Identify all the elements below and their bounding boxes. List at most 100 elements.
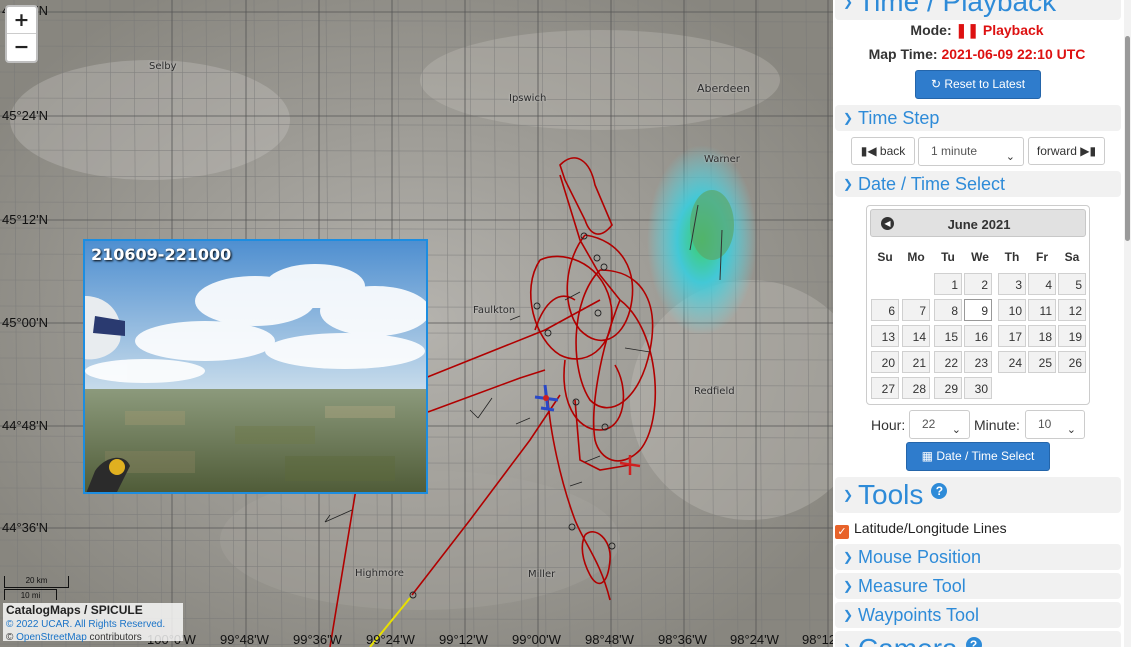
calendar-day[interactable]: 24 bbox=[998, 351, 1026, 373]
zoom-out-button[interactable]: − bbox=[7, 34, 36, 61]
weekday-label: Tu bbox=[941, 250, 955, 264]
latlon-lines-toggle[interactable]: ✓ Latitude/Longitude Lines bbox=[835, 520, 1007, 539]
hour-value: 22 bbox=[922, 417, 936, 431]
map-time-value: 2021-06-09 22:10 UTC bbox=[941, 46, 1086, 62]
calendar-day[interactable]: 29 bbox=[934, 377, 962, 399]
calendar-day[interactable]: 14 bbox=[902, 325, 930, 347]
map-panel[interactable]: Selby Ipswich Aberdeen Warner Faulkton R… bbox=[0, 0, 833, 647]
camera-image-popup[interactable]: 210609-221000 bbox=[83, 239, 428, 494]
lon-label: 98°36'W bbox=[658, 632, 707, 647]
section-title: Time / Playback bbox=[858, 0, 1057, 17]
section-time-step-header[interactable]: ❯ Time Step bbox=[835, 105, 1121, 131]
calendar-icon: ▦ bbox=[921, 449, 933, 463]
chevron-down-icon: ❯ bbox=[843, 177, 854, 191]
calendar-day[interactable]: 5 bbox=[1058, 273, 1086, 295]
place-label-ipswich: Ipswich bbox=[509, 93, 547, 104]
section-title: Measure Tool bbox=[858, 576, 966, 596]
zoom-in-button[interactable]: + bbox=[7, 7, 36, 34]
calendar-day[interactable]: 21 bbox=[902, 351, 930, 373]
calendar-day[interactable]: 3 bbox=[998, 273, 1026, 295]
chevron-down-icon: ⌄ bbox=[951, 424, 961, 436]
section-mouse-position-header[interactable]: ❯ Mouse Position bbox=[835, 544, 1121, 570]
mode-label: Mode: bbox=[910, 22, 952, 38]
weekday-label: Su bbox=[877, 250, 893, 264]
place-label-selby: Selby bbox=[149, 61, 177, 72]
calendar-day[interactable]: 8 bbox=[934, 299, 962, 321]
date-picker-calendar: ◀ June 2021 Su Mo Tu We Th Fr Sa 1234567… bbox=[866, 205, 1090, 405]
refresh-icon: ↻ bbox=[930, 77, 941, 91]
section-camera-header[interactable]: ❯ Camera? bbox=[835, 631, 1121, 647]
section-date-time-header[interactable]: ❯ Date / Time Select bbox=[835, 171, 1121, 197]
reset-to-latest-button[interactable]: ↻ Reset to Latest bbox=[915, 70, 1041, 99]
calendar-day[interactable]: 22 bbox=[934, 351, 962, 373]
latlon-label: Latitude/Longitude Lines bbox=[854, 520, 1007, 536]
calendar-day[interactable]: 2 bbox=[964, 273, 992, 295]
pause-icon: ❚❚ bbox=[955, 22, 979, 38]
calendar-day[interactable]: 1 bbox=[934, 273, 962, 295]
scale-km: 20 km bbox=[4, 576, 69, 588]
calendar-day[interactable]: 20 bbox=[871, 351, 899, 373]
hour-select[interactable]: 22 ⌄ bbox=[909, 410, 970, 439]
mode-row: Mode: ❚❚ Playback bbox=[833, 22, 1121, 39]
calendar-day[interactable]: 18 bbox=[1028, 325, 1056, 347]
osm-suffix: contributors bbox=[89, 632, 142, 643]
section-time-playback-header[interactable]: ❯ Time / Playback bbox=[835, 0, 1121, 20]
calendar-day[interactable]: 23 bbox=[964, 351, 992, 373]
tools-title: Tools bbox=[858, 479, 924, 510]
chevron-down-icon: ❯ bbox=[843, 0, 854, 9]
weekday-label: Fr bbox=[1036, 250, 1048, 264]
calendar-day[interactable]: 15 bbox=[934, 325, 962, 347]
chevron-right-icon: ❯ bbox=[843, 608, 854, 622]
chevron-down-icon: ⌄ bbox=[1066, 424, 1076, 436]
back-label: back bbox=[879, 144, 906, 158]
ucar-copyright-link[interactable]: © 2022 UCAR. All Rights Reserved. bbox=[6, 619, 165, 630]
sidebar-scrollbar[interactable] bbox=[1124, 0, 1131, 647]
lat-label: 44°48'N bbox=[2, 418, 48, 433]
calendar-day[interactable]: 26 bbox=[1058, 351, 1086, 373]
map-time-label: Map Time: bbox=[868, 46, 938, 62]
place-label-faulkton: Faulkton bbox=[473, 305, 516, 316]
forward-label: forward bbox=[1036, 144, 1077, 158]
calendar-day[interactable]: 11 bbox=[1028, 299, 1056, 321]
chevron-down-icon: ❯ bbox=[843, 642, 853, 647]
calendar-day[interactable]: 12 bbox=[1058, 299, 1086, 321]
calendar-day[interactable]: 4 bbox=[1028, 273, 1056, 295]
chevron-down-icon: ❯ bbox=[843, 111, 854, 125]
help-icon[interactable]: ? bbox=[931, 483, 948, 499]
calendar-day[interactable]: 16 bbox=[964, 325, 992, 347]
checkbox-checked-icon[interactable]: ✓ bbox=[835, 525, 849, 539]
calendar-day[interactable]: 25 bbox=[1028, 351, 1056, 373]
calendar-day[interactable]: 19 bbox=[1058, 325, 1086, 347]
help-icon[interactable]: ? bbox=[965, 637, 982, 647]
lon-label: 98°24'W bbox=[730, 632, 779, 647]
calendar-day[interactable]: 17 bbox=[998, 325, 1026, 347]
time-step-select[interactable]: 1 minute ⌄ bbox=[918, 137, 1024, 166]
minute-select[interactable]: 10 ⌄ bbox=[1025, 410, 1085, 439]
weekday-label: Mo bbox=[907, 250, 925, 264]
calendar-day[interactable]: 13 bbox=[871, 325, 899, 347]
openstreetmap-link[interactable]: OpenStreetMap bbox=[16, 632, 87, 643]
calendar-day[interactable]: 10 bbox=[998, 299, 1026, 321]
step-forward-button[interactable]: forward ▶▮ bbox=[1028, 137, 1105, 165]
scale-bar: 20 km 10 mi bbox=[4, 576, 69, 602]
minute-label: Minute: bbox=[974, 417, 1020, 433]
scrollbar-thumb[interactable] bbox=[1125, 36, 1130, 241]
section-waypoints-tool-header[interactable]: ❯ Waypoints Tool bbox=[835, 602, 1121, 628]
section-measure-tool-header[interactable]: ❯ Measure Tool bbox=[835, 573, 1121, 599]
calendar-day[interactable]: 27 bbox=[871, 377, 899, 399]
lat-label: 45°00'N bbox=[2, 315, 48, 330]
section-title: Tools? bbox=[858, 479, 948, 511]
calendar-day[interactable]: 7 bbox=[902, 299, 930, 321]
lon-label: 99°12'W bbox=[439, 632, 488, 647]
calendar-day[interactable]: 9 bbox=[964, 299, 992, 321]
calendar-day[interactable]: 30 bbox=[964, 377, 992, 399]
section-tools-header[interactable]: ❯ Tools? bbox=[835, 477, 1121, 513]
section-title: Waypoints Tool bbox=[858, 605, 980, 625]
calendar-day[interactable]: 28 bbox=[902, 377, 930, 399]
lon-label: 99°00'W bbox=[512, 632, 561, 647]
date-time-select-button[interactable]: ▦ Date / Time Select bbox=[906, 442, 1050, 471]
step-back-button[interactable]: ▮◀ back bbox=[851, 137, 915, 165]
section-title: Date / Time Select bbox=[858, 174, 1006, 194]
calendar-day[interactable]: 6 bbox=[871, 299, 899, 321]
attribution-project: SPICULE bbox=[90, 603, 143, 617]
